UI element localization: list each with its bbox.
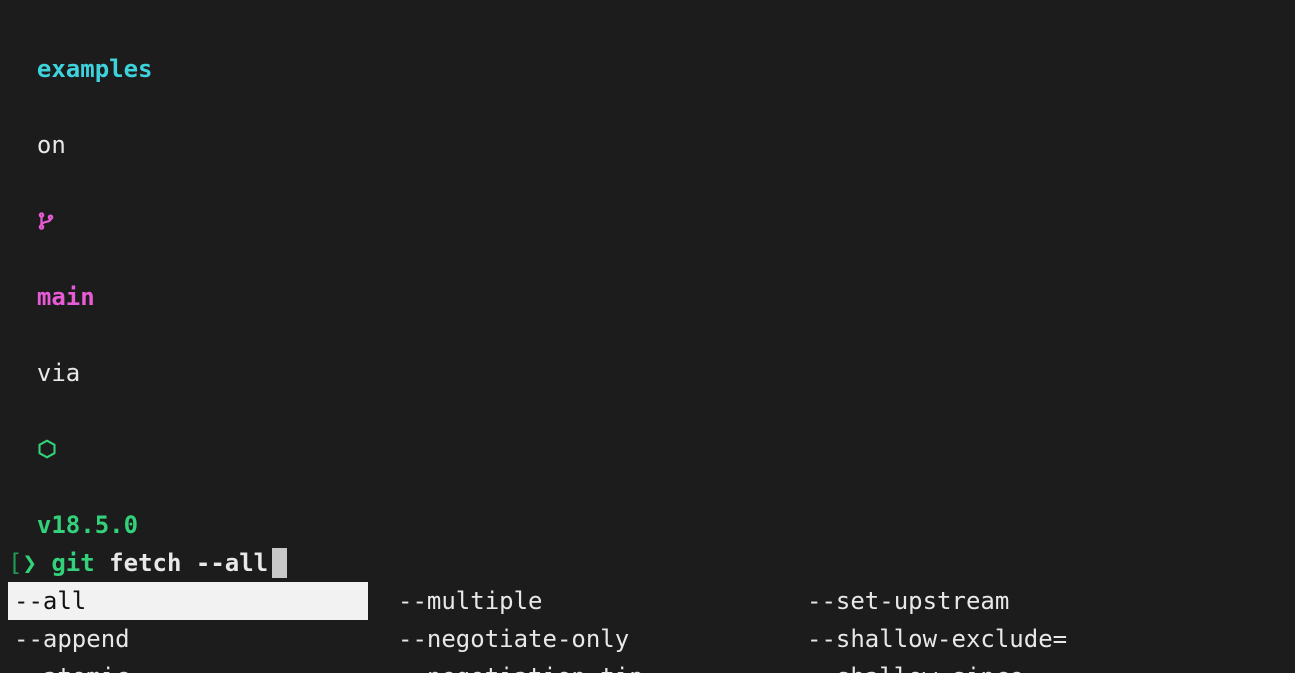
command-name: git [51,544,94,582]
cwd: examples [37,55,153,83]
completion-option[interactable]: --multiple [392,582,777,620]
git-branch-icon [37,202,55,240]
completion-option[interactable]: --append [8,620,368,658]
completion-option[interactable]: --set-upstream [801,582,1211,620]
on-word: on [37,131,66,159]
completion-option[interactable]: --shallow-since= [801,658,1211,673]
node-icon [37,430,57,468]
via-word: via [37,359,80,387]
prompt-symbol: ❯ [22,544,36,582]
shell-input-line[interactable]: [ ❯ git fetch --all [8,544,1287,582]
completion-option[interactable]: --all [8,582,368,620]
shell-prompt-context: examples on main via v18.5.0 [8,12,1287,544]
completion-option[interactable]: --shallow-exclude= [801,620,1211,658]
completion-option[interactable]: --atomic [8,658,368,673]
completion-option[interactable]: --negotiation-tip= [392,658,777,673]
cursor [272,548,287,578]
completion-column-1: --all--append--atomic--auto-gc--auto-mai… [8,582,368,673]
completion-column-3: --set-upstream--shallow-exclude=--shallo… [801,582,1211,673]
git-branch: main [37,283,95,311]
node-version: v18.5.0 [37,511,138,539]
prompt-bracket: [ [8,544,22,582]
completion-column-2: --multiple--negotiate-only--negotiation-… [392,582,777,673]
completion-option[interactable]: --negotiate-only [392,620,777,658]
command-args: fetch --all [109,544,268,582]
completion-menu: --all--append--atomic--auto-gc--auto-mai… [8,582,1287,673]
